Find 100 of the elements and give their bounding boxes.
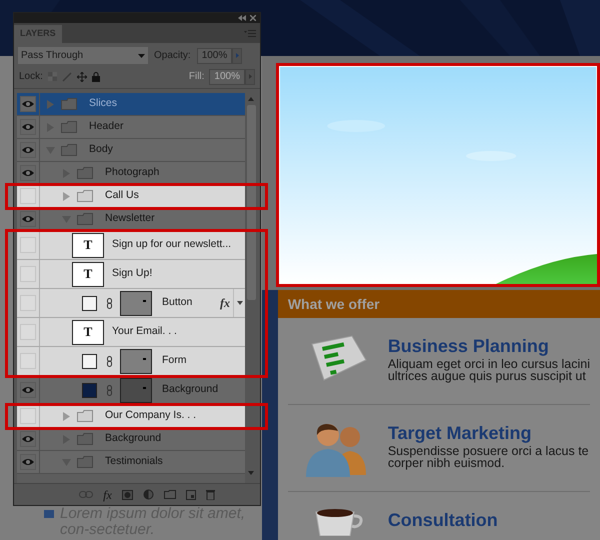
service-title: Consultation [388,510,498,530]
visibility-toggle[interactable] [20,188,36,204]
folder-icon [77,433,93,445]
text-layer-thumbnail: T [72,232,104,258]
caret-icon [138,54,145,58]
visibility-toggle[interactable] [20,165,36,181]
collapse-icon[interactable] [238,15,246,21]
eye-icon[interactable] [22,215,34,223]
visibility-toggle[interactable] [20,431,36,447]
lock-label: Lock: [19,70,43,84]
layer-name: Call Us [105,188,139,204]
layer-row[interactable]: Button fx [17,289,245,318]
layer-name: Header [89,119,124,134]
layer-name: Background [105,431,162,446]
layer-row[interactable]: Background [17,428,245,451]
layer-row[interactable]: Our Company Is. . . [17,405,245,428]
new-layer-icon[interactable] [186,490,196,500]
visibility-toggle[interactable] [20,142,36,158]
blend-mode-dropdown[interactable]: Pass Through [18,47,148,64]
layer-row[interactable]: Call Us [17,185,245,208]
expand-arrow-icon[interactable] [62,192,71,200]
service-description: Aliquam eget orci in leo cursus lacini ultrices augue quis purus suscipit ut [388,358,590,382]
layer-name: Sign up for our newslett... [112,237,232,252]
opacity-label: Opacity: [154,49,191,63]
layer-row[interactable]: T Sign up for our newslett... [17,231,245,260]
add-effect-button[interactable]: fx [103,486,112,504]
service-description: Suspendisse posuere orci a lacus te corper nibh euismod. [388,445,589,469]
visibility-toggle[interactable] [20,353,36,369]
layer-row[interactable]: Testimonials [17,451,245,474]
visibility-toggle[interactable] [20,454,36,470]
layer-name: Photograph [105,165,160,180]
eye-icon[interactable] [22,146,34,154]
visibility-toggle[interactable] [20,96,36,112]
scrollbar[interactable] [245,93,257,483]
fill-slider-button[interactable] [245,68,255,84]
lock-icon[interactable] [92,72,100,82]
chain-icon [107,384,112,396]
opacity-field[interactable]: 100% [196,48,232,64]
eye-icon[interactable] [22,435,34,443]
layer-row[interactable]: Slices [17,93,245,116]
visibility-toggle[interactable] [20,295,36,311]
vector-mask-thumbnail [120,290,152,316]
layer-name: Body [89,142,113,158]
chain-icon [107,356,112,366]
eye-icon[interactable] [22,100,34,108]
visibility-toggle[interactable] [20,266,36,282]
text-layer-thumbnail: T [72,262,104,286]
folder-icon [61,98,77,110]
bullet-icon [44,510,54,518]
expand-arrow-icon[interactable] [62,412,71,420]
eye-icon[interactable] [22,169,34,177]
layer-name: Testimonials [105,454,163,470]
link-icon[interactable] [79,491,94,498]
scroll-up-icon[interactable] [248,97,254,101]
eye-icon[interactable] [22,386,34,394]
layer-row[interactable]: Photograph [17,162,245,185]
folder-icon[interactable] [164,490,176,499]
service-title: Business Planning [388,336,550,356]
layer-row[interactable]: T Sign Up! [17,260,245,289]
menu-icon[interactable] [244,30,256,37]
layer-name: Slices [89,96,118,112]
visibility-toggle[interactable] [20,119,36,135]
visibility-toggle[interactable] [20,382,36,398]
layer-name: Background [162,382,218,398]
adjustment-icon[interactable] [142,489,154,500]
scroll-down-icon[interactable] [248,471,254,475]
visibility-toggle[interactable] [20,237,36,253]
vector-mask-thumbnail [120,378,152,402]
layer-name: Our Company Is. . . [105,408,196,424]
folder-icon [61,121,77,133]
visibility-toggle[interactable] [20,211,36,227]
layer-name: Sign Up! [112,266,152,282]
folder-icon [61,144,77,156]
fill-field[interactable]: 100% [209,68,245,84]
layer-name: Button [162,295,192,310]
arrow-icon [236,53,239,58]
folder-icon [77,456,93,468]
folder-icon [77,213,93,225]
visibility-toggle[interactable] [20,408,36,424]
move-icon[interactable] [76,72,87,82]
effects-badge[interactable]: fx [220,294,230,312]
vector-mask-thumbnail [120,348,152,374]
eye-icon[interactable] [22,458,34,466]
eye-icon[interactable] [22,123,34,131]
mask-icon[interactable] [122,490,133,500]
trash-icon[interactable] [206,489,215,500]
scrollbar-thumb[interactable] [246,105,256,300]
chain-icon [107,298,112,308]
close-icon[interactable] [250,15,256,21]
layer-row[interactable]: T Your Email. . . [17,318,245,347]
brush-icon[interactable] [62,72,72,82]
opacity-slider-button[interactable] [232,48,242,64]
service-title: Target Marketing [388,423,533,443]
visibility-toggle[interactable] [20,324,36,340]
expand-arrow-icon[interactable] [46,100,55,108]
layer-row[interactable]: Header [17,116,245,139]
layer-row[interactable]: Body [17,139,245,162]
fill-label: Fill: [188,70,204,84]
layer-name: Form [162,353,186,368]
layer-row[interactable]: Form [17,347,245,376]
